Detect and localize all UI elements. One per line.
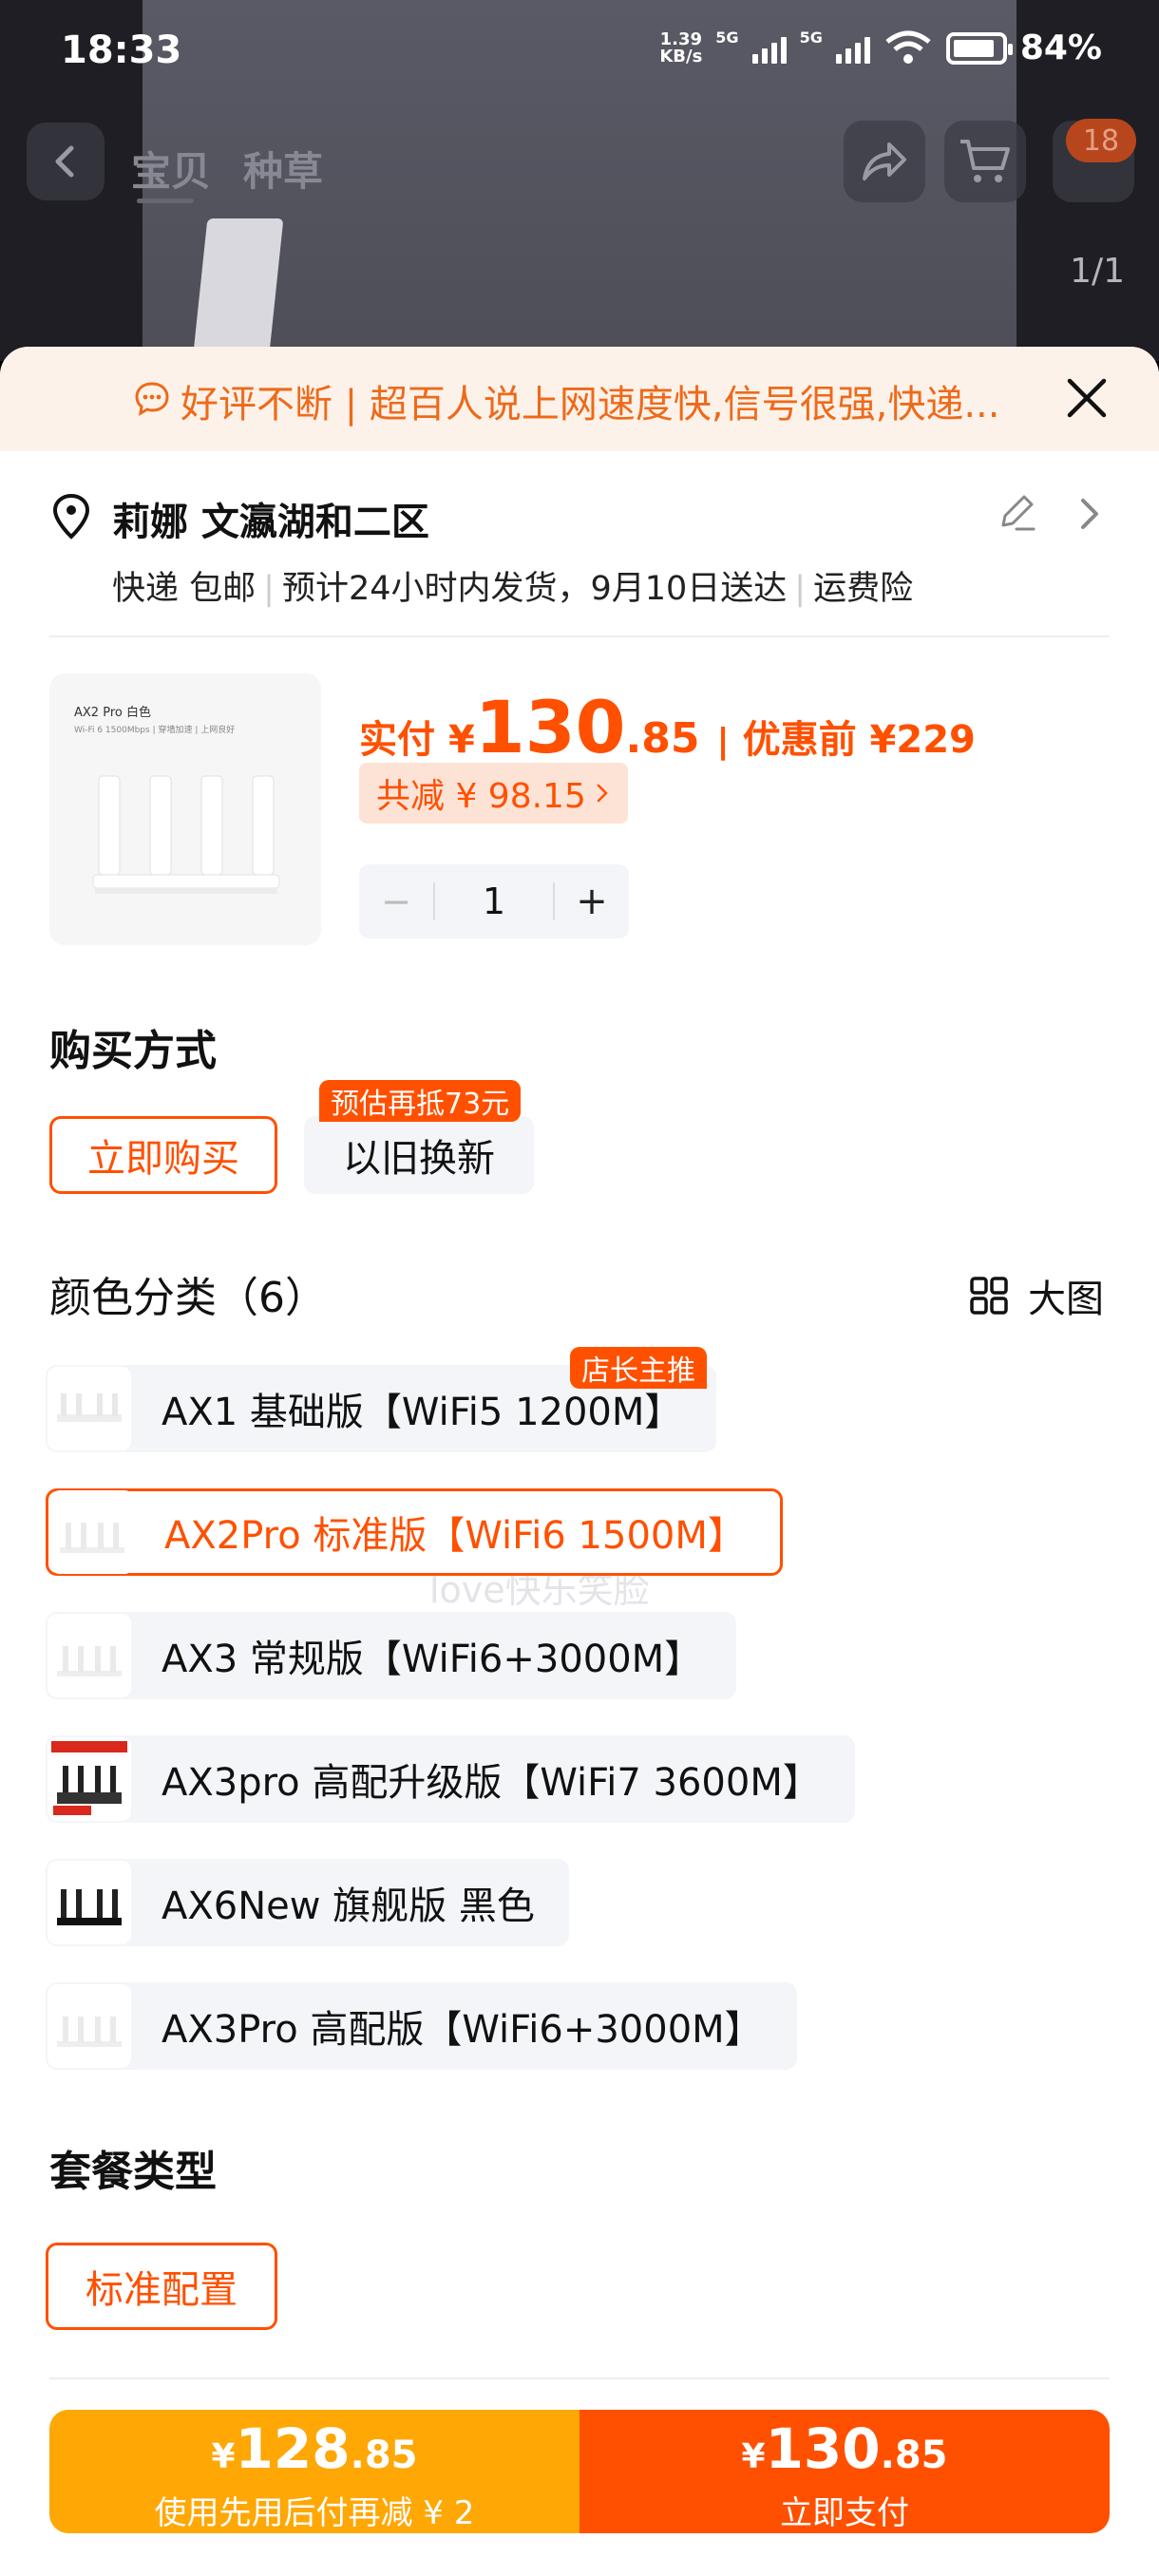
color-option[interactable]: AX6New 旗舰版 黑色 <box>46 1859 569 1946</box>
decrease-quantity-button[interactable]: − <box>359 881 433 922</box>
cart-icon <box>960 140 1010 182</box>
color-thumbnail <box>48 1367 131 1450</box>
delivery-estimate: 预计24小时内发货，9月10日送达 <box>281 570 788 608</box>
router-image <box>57 1393 122 1422</box>
buy-now-option[interactable]: 立即购买 <box>49 1116 277 1194</box>
sku-selection-sheet: 好评不断 | 超百人说上网速度快,信号很强,快递... 莉娜 文瀛湖和二区 快递… <box>0 347 1159 2576</box>
large-view-toggle[interactable]: 大图 <box>969 1268 1104 1323</box>
recipient-address: 莉娜 文瀛湖和二区 <box>112 501 429 544</box>
currency-symbol: ¥ <box>448 718 475 762</box>
price-integer: 130 <box>474 685 626 769</box>
color-thumbnail <box>48 1984 131 2068</box>
store-recommend-tag: 店长主推 <box>570 1347 707 1389</box>
share-icon <box>863 142 906 180</box>
increase-quantity-button[interactable]: + <box>555 880 629 923</box>
top-nav: 宝贝 种草 18 <box>0 119 1159 204</box>
color-option-label: AX3Pro 高配版【WiFi6+3000M】 <box>162 2008 763 2052</box>
signal-icon <box>835 33 870 64</box>
grid-icon <box>970 1277 1008 1315</box>
router-image <box>51 1741 127 1815</box>
large-view-label: 大图 <box>1028 1278 1104 1321</box>
pay-now-label: 立即支付 <box>780 2494 909 2532</box>
router-image <box>57 1889 122 1925</box>
color-option-selected[interactable]: AX2Pro 标准版【WiFi6 1500M】 <box>46 1488 783 1576</box>
chevron-left-icon <box>55 145 74 178</box>
color-option[interactable]: AX3 常规版【WiFi6+3000M】 <box>46 1612 737 1699</box>
router-image <box>57 2017 122 2047</box>
color-option-label: AX1 基础版【WiFi5 1200M】 <box>162 1391 683 1434</box>
pay-now-button[interactable]: ¥130.85 立即支付 <box>580 2410 1110 2533</box>
payment-bar: ¥128.85 使用先用后付再减 ¥ 2 ¥130.85 立即支付 <box>49 2410 1110 2533</box>
battery-level: 84% <box>1019 28 1102 67</box>
color-option[interactable]: AX3pro 高配升级版【WiFi7 3600M】 <box>46 1735 855 1823</box>
status-icons: 1.39 KB/s 5G 5G 84% <box>659 28 1102 67</box>
color-category-title: 颜色分类（6） <box>49 1274 327 1322</box>
color-option-label: AX3pro 高配升级版【WiFi7 3600M】 <box>162 1761 821 1805</box>
pay-later-amount: ¥128.85 <box>211 2416 418 2481</box>
network-speed: 1.39 KB/s <box>659 28 703 66</box>
color-option-label: AX2Pro 标准版【WiFi6 1500M】 <box>164 1514 746 1558</box>
price-decimal: .85 <box>625 714 700 763</box>
discount-total: 共减 ¥ 98.15 <box>376 777 586 816</box>
product-thumbnail[interactable]: AX2 Pro 白色 Wi-Fi 6 1500Mbps | 穿墙加速 | 上网良… <box>49 673 321 945</box>
share-button[interactable] <box>844 121 925 202</box>
price-row: 实付 ¥ 130 .85 | 优惠前 ¥229 <box>359 685 976 769</box>
close-icon[interactable] <box>1064 375 1110 421</box>
tab-product[interactable]: 宝贝 <box>131 140 211 198</box>
shipping-info: 快递 包邮 | 预计24小时内发货，9月10日送达 | 运费险 <box>112 570 914 608</box>
back-button[interactable] <box>27 123 104 200</box>
shipping-method: 快递 包邮 <box>112 570 256 608</box>
edit-icon[interactable] <box>996 491 1037 533</box>
color-thumbnail <box>48 1861 131 1944</box>
network-type-1: 5G <box>715 28 739 47</box>
location-pin-icon <box>52 493 90 540</box>
review-banner-text: 好评不断 | 超百人说上网速度快,信号很强,快递... <box>180 383 1000 426</box>
shipping-insurance: 运费险 <box>813 570 914 608</box>
color-option-label: AX6New 旗舰版 黑色 <box>162 1885 535 1928</box>
router-image <box>60 1523 124 1553</box>
quantity-value[interactable]: 1 <box>433 882 555 920</box>
battery-icon <box>945 31 1013 65</box>
status-time: 18:33 <box>61 28 182 72</box>
cart-count-badge: 18 <box>1066 119 1136 162</box>
pay-later-button[interactable]: ¥128.85 使用先用后付再减 ¥ 2 <box>49 2410 580 2533</box>
review-banner[interactable]: 好评不断 | 超百人说上网速度快,信号很强,快递... <box>0 347 1159 451</box>
chevron-right-icon <box>597 784 608 803</box>
discount-details-button[interactable]: 共减 ¥ 98.15 <box>359 763 628 824</box>
router-image <box>92 775 280 894</box>
divider <box>49 635 1110 637</box>
cart-button[interactable] <box>944 121 1026 202</box>
package-type-title: 套餐类型 <box>49 2148 217 2196</box>
router-image <box>57 1646 122 1676</box>
price-separator: | <box>716 722 730 761</box>
tab-seeding[interactable]: 种草 <box>243 140 323 198</box>
active-tab-indicator <box>137 199 194 203</box>
purchase-method-title: 购买方式 <box>49 1027 217 1075</box>
pay-later-label: 使用先用后付再减 ¥ 2 <box>154 2494 475 2532</box>
color-option-label: AX3 常规版【WiFi6+3000M】 <box>162 1638 703 1681</box>
product-box-image <box>191 218 284 361</box>
paid-label: 实付 <box>359 718 435 762</box>
color-thumbnail <box>50 1490 134 1574</box>
network-type-2: 5G <box>799 28 823 47</box>
trade-in-option[interactable]: 以旧换新 <box>304 1116 534 1194</box>
signal-icon <box>751 33 787 64</box>
wifi-icon <box>885 30 931 64</box>
price-before-discount: 优惠前 ¥229 <box>742 718 976 762</box>
standard-config-option[interactable]: 标准配置 <box>46 2243 277 2330</box>
quantity-stepper: − 1 + <box>359 864 629 938</box>
color-thumbnail <box>48 1614 131 1697</box>
color-option[interactable]: AX3Pro 高配版【WiFi6+3000M】 <box>46 1982 797 2070</box>
chat-bubble-icon <box>135 382 169 416</box>
color-thumbnail <box>48 1737 131 1821</box>
status-bar: 18:33 1.39 KB/s 5G 5G 84% <box>0 0 1159 106</box>
chevron-right-icon[interactable] <box>1072 495 1106 533</box>
trade-in-tag: 预估再抵73元 <box>319 1080 522 1122</box>
divider <box>49 2377 1110 2379</box>
pay-now-amount: ¥130.85 <box>741 2416 948 2481</box>
image-page-indicator: 1/1 <box>1070 252 1125 291</box>
